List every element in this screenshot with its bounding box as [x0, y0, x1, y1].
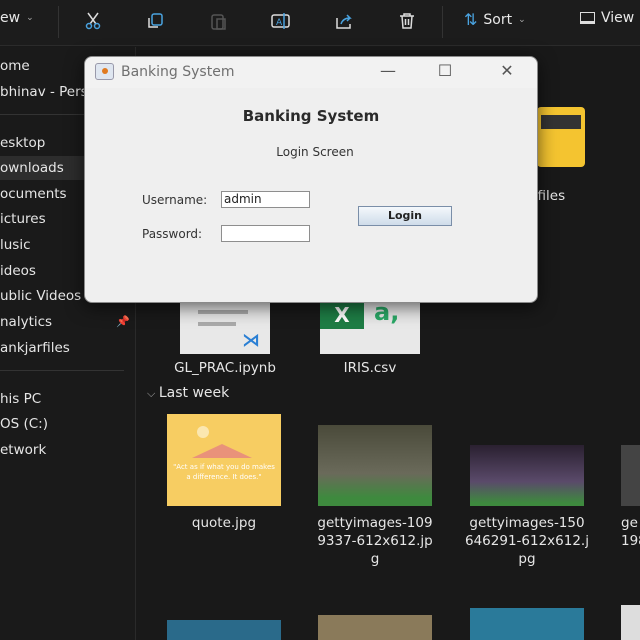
title-bar[interactable]: Banking System — ☐ ✕ — [85, 57, 537, 88]
subtitle: Login Screen — [276, 145, 354, 159]
view-icon — [580, 12, 595, 24]
delete-icon[interactable] — [395, 9, 419, 33]
group-header-last-week[interactable]: ⌵ Last week — [147, 385, 229, 401]
maximize-button[interactable]: ☐ — [433, 61, 457, 80]
chevron-down-icon: ⌵ — [147, 387, 159, 400]
pin-icon[interactable]: 📌 — [116, 315, 130, 328]
folder-icon[interactable] — [537, 107, 585, 167]
close-button[interactable]: ✕ — [495, 61, 519, 80]
svg-text:A: A — [276, 18, 283, 28]
image-thumbnail[interactable] — [470, 445, 584, 506]
notebook-file-icon[interactable]: ⋊ — [180, 302, 270, 354]
sidebar-item-bankjarfiles[interactable]: ankjarfiles — [0, 336, 134, 360]
username-label: Username: — [142, 193, 208, 207]
share-icon[interactable] — [332, 9, 356, 33]
sidebar-item-network[interactable]: etwork — [0, 438, 134, 462]
new-button[interactable]: ew ⌄ — [0, 10, 34, 26]
rename-icon[interactable]: A — [269, 9, 293, 33]
divider — [0, 370, 124, 371]
image-thumbnail[interactable] — [621, 445, 640, 506]
file-label[interactable]: ge 198 — [621, 514, 640, 550]
copy-icon[interactable] — [143, 9, 167, 33]
chevron-down-icon: ⌄ — [518, 14, 526, 25]
file-label[interactable]: gettyimages-150 646291-612x612.j pg — [465, 514, 589, 568]
image-thumbnail[interactable] — [621, 605, 640, 640]
image-thumbnail[interactable] — [167, 620, 281, 640]
cut-icon[interactable] — [81, 9, 105, 33]
explorer-toolbar: ew ⌄ A ⇅ Sort ⌄ View — [0, 0, 640, 46]
page-title: Banking System — [242, 107, 380, 125]
image-thumbnail[interactable]: "Act as if what you do makes a differenc… — [167, 414, 281, 506]
vscode-icon: ⋊ — [242, 330, 260, 351]
login-button[interactable]: Login — [358, 206, 452, 226]
divider — [58, 6, 59, 38]
banking-system-window: Banking System — ☐ ✕ Banking System Logi… — [84, 56, 538, 303]
file-label[interactable]: quote.jpg — [164, 514, 284, 532]
file-label[interactable]: GL_PRAC.ipynb — [165, 359, 285, 377]
minimize-button[interactable]: — — [376, 61, 400, 80]
chevron-down-icon: ⌄ — [26, 13, 34, 23]
sidebar-item-analytics[interactable]: nalytics — [0, 310, 134, 334]
sort-button[interactable]: ⇅ Sort ⌄ — [464, 10, 526, 29]
sort-icon: ⇅ — [464, 10, 478, 29]
file-label[interactable]: gettyimages-109 9337-612x612.jp g — [313, 514, 437, 568]
java-app-icon — [95, 63, 114, 80]
sidebar-item-this-pc[interactable]: his PC — [0, 387, 134, 411]
username-field[interactable]: admin — [221, 191, 310, 208]
image-thumbnail[interactable] — [318, 615, 432, 640]
sidebar-item-os-c[interactable]: OS (C:) — [0, 412, 134, 436]
password-field[interactable] — [221, 225, 310, 242]
image-thumbnail[interactable] — [318, 425, 432, 506]
divider — [442, 6, 443, 38]
window-title: Banking System — [121, 64, 235, 80]
file-label[interactable]: IRIS.csv — [320, 359, 420, 377]
image-thumbnail[interactable] — [470, 608, 584, 640]
password-label: Password: — [142, 227, 203, 241]
view-button[interactable]: View — [580, 10, 634, 26]
csv-file-icon[interactable]: X a, — [320, 298, 420, 354]
paste-icon[interactable] — [206, 9, 230, 33]
